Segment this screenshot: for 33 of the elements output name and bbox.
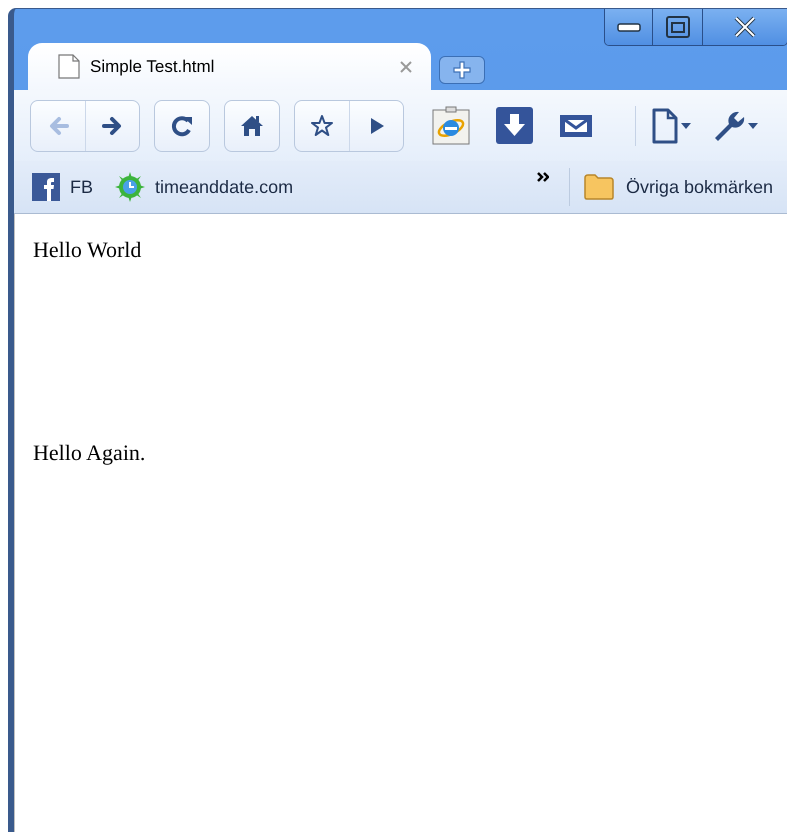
paragraph-text: Hello World	[33, 236, 142, 264]
maximize-button[interactable]	[652, 9, 702, 45]
folder-icon	[584, 173, 614, 201]
close-icon	[732, 15, 758, 39]
close-icon	[399, 60, 413, 74]
bookmark-link[interactable]: FB	[32, 173, 94, 201]
bookmark-link[interactable]: timeanddate.com	[115, 172, 294, 202]
page-icon	[652, 108, 678, 144]
maximize-icon	[664, 15, 690, 39]
caret-icon	[748, 122, 758, 128]
home-icon	[241, 114, 263, 136]
browser-tab[interactable]: Simple Test.html	[28, 43, 431, 90]
facebook-icon	[32, 173, 60, 201]
internet-explorer-icon	[432, 106, 470, 145]
minimize-icon	[616, 22, 640, 32]
clock-icon	[115, 172, 146, 202]
paragraph-text: Hello Again.	[33, 439, 146, 467]
page-menu-button[interactable]	[652, 108, 691, 144]
forward-icon	[102, 114, 124, 136]
back-icon	[47, 114, 69, 136]
chevrons-icon	[536, 172, 549, 182]
caret-icon	[681, 122, 691, 128]
close-button[interactable]	[702, 9, 787, 45]
tab-title: Simple Test.html	[90, 56, 216, 78]
reload-icon	[171, 114, 193, 136]
other-bookmarks-link[interactable]: Övriga bokmärken	[584, 173, 787, 201]
mail-icon	[559, 114, 593, 138]
bookmark-star-icon	[311, 114, 333, 136]
plus-icon	[453, 61, 471, 79]
page-icon	[58, 54, 80, 79]
new-tab-button[interactable]	[439, 56, 485, 84]
download-icon	[496, 107, 533, 144]
minimize-button[interactable]	[605, 9, 652, 45]
